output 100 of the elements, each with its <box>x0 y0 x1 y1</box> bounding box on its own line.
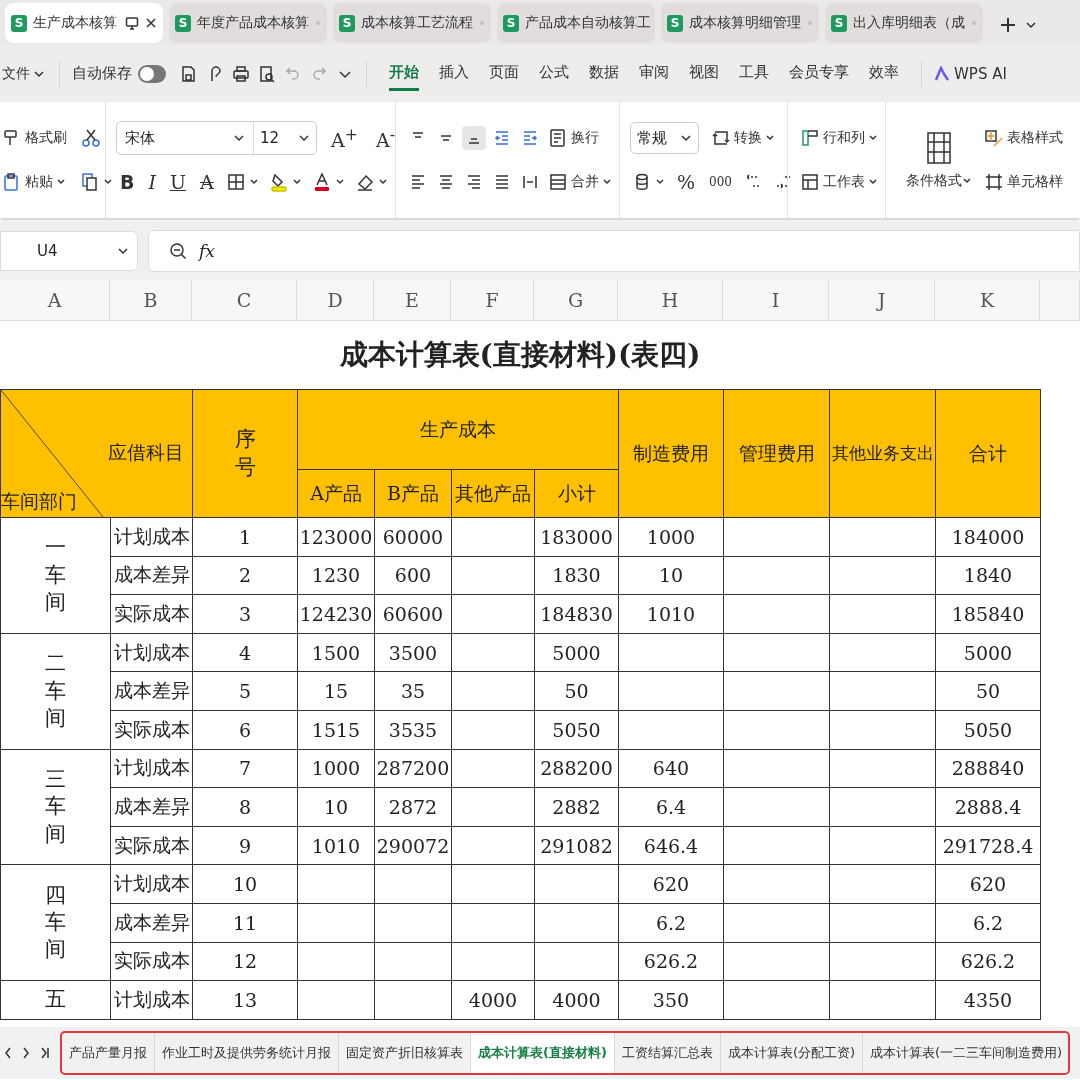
table-cell: 5000 <box>935 633 1041 672</box>
caret-icon <box>602 177 612 187</box>
document-tab[interactable]: S 生产成本核算 <box>5 3 163 43</box>
chevron-left-icon[interactable] <box>4 1046 12 1060</box>
column-header[interactable]: J <box>829 280 935 320</box>
number-format-field[interactable]: 常规 <box>630 122 699 154</box>
column-header[interactable]: A <box>0 280 110 320</box>
zoom-icon[interactable] <box>169 242 187 260</box>
ribbon-tab[interactable]: 视图 <box>689 56 719 91</box>
thousands-button[interactable]: 000 <box>705 175 736 189</box>
strikethrough-button[interactable]: A <box>196 171 218 193</box>
wrap-text-button[interactable]: 换行 <box>546 126 601 150</box>
save-icon[interactable] <box>180 64 198 83</box>
table-cell: 288200 <box>534 749 619 788</box>
column-header[interactable]: D <box>297 280 374 320</box>
column-header[interactable]: G <box>534 280 618 320</box>
column-header[interactable]: C <box>192 280 297 320</box>
sheet-tab[interactable]: 成本计算表(一二三车间制造费用) <box>863 1033 1068 1073</box>
document-tab[interactable]: S 年度产品成本核算 <box>169 3 327 43</box>
sheet-tab[interactable]: 作业工时及提供劳务统计月报 <box>155 1033 339 1073</box>
header-cell: 其他产品 <box>451 469 535 518</box>
document-tab[interactable]: S 成本核算明细管理 <box>661 3 819 43</box>
dot-icon <box>971 19 977 27</box>
sheet-tab[interactable]: 工资结算汇总表 <box>614 1033 721 1073</box>
ribbon-tab[interactable]: 页面 <box>489 56 519 91</box>
format-painter-button[interactable]: 格式刷 <box>0 126 69 150</box>
worksheet-button[interactable]: 工作表 <box>798 170 880 194</box>
table-brush-icon <box>983 128 1004 148</box>
caret-icon <box>298 132 310 144</box>
ribbon-tab[interactable]: 工具 <box>739 56 769 91</box>
plus-icon[interactable] <box>999 16 1017 34</box>
last-sheet-icon[interactable] <box>40 1046 50 1060</box>
caret-icon <box>765 133 775 143</box>
caret-icon <box>868 177 878 187</box>
document-tab[interactable]: S 出入库明细表（成 <box>825 3 983 43</box>
ribbon-tab[interactable]: 会员专享 <box>789 56 849 91</box>
chevron-right-icon[interactable] <box>22 1046 30 1060</box>
bold-button[interactable]: B <box>116 171 139 193</box>
merge-button[interactable]: 合并 <box>546 170 614 194</box>
caret-icon <box>248 177 259 187</box>
dot-icon <box>479 19 485 27</box>
function-button[interactable]: fx <box>199 241 215 261</box>
column-header[interactable]: B <box>110 280 192 320</box>
document-tab[interactable]: S 成本核算工艺流程 <box>333 3 491 43</box>
rows-columns-button[interactable]: 行和列 <box>798 126 880 150</box>
ribbon-tab[interactable]: 数据 <box>589 56 619 91</box>
column-header[interactable]: K <box>935 280 1040 320</box>
caret-icon <box>117 245 129 257</box>
convert-button[interactable]: 转换 <box>709 126 777 150</box>
cell-reference-field[interactable]: U4 <box>0 231 138 271</box>
table-cell: 60000 <box>374 517 452 557</box>
autosave-toggle[interactable] <box>138 64 166 83</box>
shrink-font-button[interactable]: A$^{-}$ <box>372 124 400 152</box>
font-name-field[interactable]: 宋体 <box>117 122 254 154</box>
font-size-field[interactable]: 12 <box>254 129 316 147</box>
italic-button[interactable]: I <box>144 171 160 193</box>
table-cell: 13 <box>192 980 298 1020</box>
table-cell: 10 <box>297 787 375 827</box>
sheet-tab[interactable]: 产品产量月报 <box>62 1033 155 1073</box>
chevron-down-icon[interactable] <box>1025 19 1037 31</box>
scissors-icon[interactable] <box>81 128 101 148</box>
document-icon <box>548 128 568 148</box>
cell-style-button[interactable]: 单元格样 <box>981 170 1065 194</box>
ribbon-tab[interactable]: 效率 <box>869 56 899 91</box>
table-cell: 183000 <box>534 517 619 557</box>
table-cell: 60600 <box>374 594 452 634</box>
file-menu[interactable]: 文件 <box>0 62 47 85</box>
column-header[interactable]: F <box>451 280 534 320</box>
column-header[interactable]: E <box>374 280 451 320</box>
ribbon-tab[interactable]: 插入 <box>439 56 469 91</box>
formula-field[interactable]: fx <box>148 230 1080 272</box>
column-header[interactable]: H <box>618 280 723 320</box>
table-cell: 2888.4 <box>935 787 1041 827</box>
print-icon[interactable] <box>232 64 250 83</box>
ribbon-tab[interactable]: 公式 <box>539 56 569 91</box>
sheet-tab[interactable]: 成本计算表(分配工资) <box>720 1033 864 1073</box>
percent-button[interactable]: % <box>673 171 700 193</box>
paste-button[interactable]: 粘贴 <box>0 170 68 194</box>
conditional-format-button[interactable]: 条件格式 <box>903 128 974 192</box>
table-cell: 4 <box>192 633 298 672</box>
table-cell: 35 <box>374 671 452 711</box>
close-icon[interactable] <box>145 17 157 29</box>
header-cell: 其他业务支出 <box>829 389 936 518</box>
app-badge: S <box>339 14 355 32</box>
sheet-tab[interactable]: 成本计算表(直接材料) <box>471 1033 615 1073</box>
table-cell: 185840 <box>935 594 1041 634</box>
document-tab[interactable]: S 产品成本自动核算工 <box>497 3 655 43</box>
column-header[interactable]: I <box>723 280 829 320</box>
print-preview-icon[interactable] <box>258 64 276 83</box>
underline-button[interactable]: U <box>166 171 190 193</box>
table-cell: 成本差异 <box>110 787 193 827</box>
ai-button[interactable]: WPS AI <box>934 64 1007 83</box>
table-cell: 9 <box>192 826 298 865</box>
ribbon-tab[interactable]: 开始 <box>389 56 419 91</box>
table-style-button[interactable]: 表格样式 <box>981 126 1065 150</box>
ribbon-tab[interactable]: 审阅 <box>639 56 669 91</box>
grow-font-button[interactable]: A$^{+}$ <box>327 124 362 152</box>
table-cell: 计划成本 <box>110 749 193 788</box>
table-cell: 1500 <box>297 633 375 672</box>
table-cell: 290072 <box>374 826 452 865</box>
